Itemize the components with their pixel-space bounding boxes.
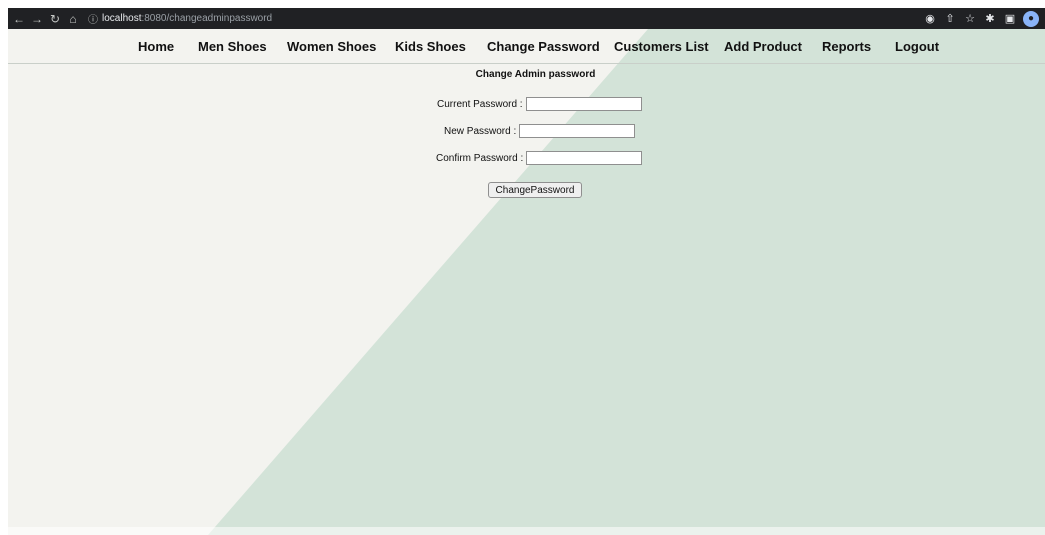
confirm-password-row: Confirm Password : <box>436 151 643 165</box>
main-nav: Home Men Shoes Women Shoes Kids Shoes Ch… <box>8 29 1045 64</box>
home-icon[interactable]: ⌂ <box>64 10 82 28</box>
nav-logout[interactable]: Logout <box>895 39 939 54</box>
forward-arrow-icon[interactable]: → <box>28 10 46 28</box>
reload-icon[interactable]: ↻ <box>46 10 64 28</box>
address-bar[interactable]: ⓘ localhost:8080/changeadminpassword <box>88 10 272 27</box>
new-password-row: New Password : <box>444 124 636 138</box>
nav-home[interactable]: Home <box>138 39 174 54</box>
nav-reports[interactable]: Reports <box>822 39 871 54</box>
browser-toolbar: ← → ↻ ⌂ ⓘ localhost:8080/changeadminpass… <box>8 8 1045 29</box>
url-path: :8080/changeadminpassword <box>141 13 273 24</box>
nav-customers-list[interactable]: Customers List <box>614 39 709 54</box>
current-password-label: Current Password : <box>437 98 523 110</box>
back-arrow-icon[interactable]: ← <box>10 10 28 28</box>
side-panel-icon[interactable]: ▣ <box>1003 12 1017 26</box>
puzzle-icon[interactable]: ✱ <box>983 12 997 26</box>
info-icon[interactable]: ⓘ <box>88 11 98 26</box>
current-password-row: Current Password : <box>437 97 642 111</box>
change-password-button[interactable]: ChangePassword <box>488 182 582 198</box>
confirm-password-label: Confirm Password : <box>436 152 524 164</box>
browser-window: ← → ↻ ⌂ ⓘ localhost:8080/changeadminpass… <box>8 8 1045 535</box>
nav-change-password[interactable]: Change Password <box>487 39 600 54</box>
avatar-icon[interactable]: ● <box>1023 10 1039 27</box>
current-password-input[interactable] <box>525 97 642 111</box>
new-password-label: New Password : <box>444 125 517 137</box>
background-bottom-strip <box>8 527 1045 535</box>
form-title: Change Admin password <box>475 69 596 80</box>
page-viewport: Home Men Shoes Women Shoes Kids Shoes Ch… <box>8 29 1045 535</box>
share-icon[interactable]: ⇧ <box>943 12 957 26</box>
nav-women-shoes[interactable]: Women Shoes <box>287 39 376 54</box>
new-password-input[interactable] <box>519 124 636 138</box>
nav-men-shoes[interactable]: Men Shoes <box>198 39 267 54</box>
lens-icon[interactable]: ◉ <box>923 12 937 26</box>
confirm-password-input[interactable] <box>526 151 643 165</box>
browser-actions: ◉ ⇧ ☆ ✱ ▣ ● <box>923 10 1039 27</box>
nav-kids-shoes[interactable]: Kids Shoes <box>395 39 466 54</box>
url-host: localhost <box>102 13 142 24</box>
nav-add-product[interactable]: Add Product <box>724 39 802 54</box>
star-icon[interactable]: ☆ <box>963 12 977 26</box>
